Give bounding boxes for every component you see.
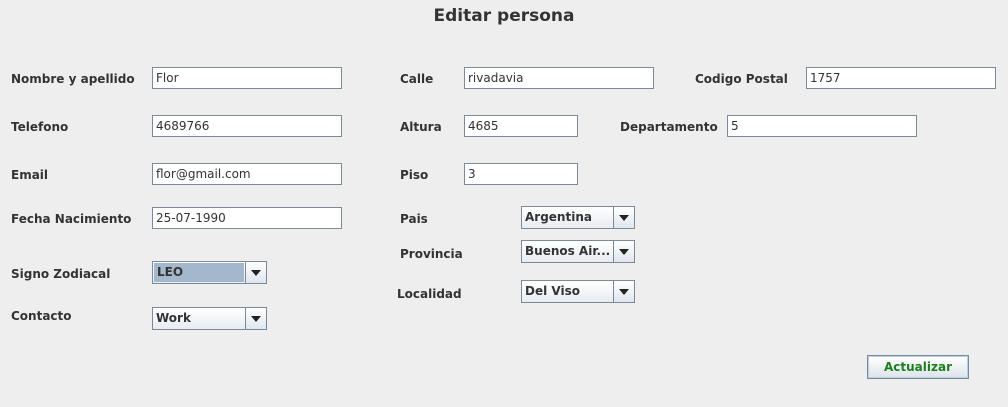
email-input[interactable] [152,163,342,185]
signo-zodiacal-value: LEO [154,263,244,282]
chevron-down-icon[interactable] [613,241,634,262]
email-label: Email [11,168,49,182]
signo-zodiacal-label: Signo Zodiacal [11,267,111,281]
actualizar-button[interactable]: Actualizar [867,355,969,379]
fecha-nacimiento-input[interactable] [152,207,342,229]
chevron-down-icon[interactable] [613,207,634,228]
piso-input[interactable] [464,163,578,185]
telefono-input[interactable] [152,115,342,137]
altura-input[interactable] [464,115,578,137]
contacto-label: Contacto [11,309,72,323]
pais-label: Pais [400,212,428,226]
telefono-label: Telefono [11,120,69,134]
pais-value: Argentina [525,210,592,224]
codigo-postal-label: Codigo Postal [695,72,788,86]
provincia-label: Provincia [400,247,463,261]
calle-input[interactable] [464,67,654,89]
chevron-down-icon[interactable] [245,308,266,329]
fecha-nacimiento-label: Fecha Nacimiento [11,212,132,226]
chevron-down-icon[interactable] [245,262,266,283]
provincia-value: Buenos Air... [525,244,611,258]
localidad-value: Del Viso [525,284,580,298]
nombre-label: Nombre y apellido [11,72,135,86]
contacto-value: Work [156,311,191,325]
provincia-select[interactable]: Buenos Air... [521,240,635,263]
signo-zodiacal-select[interactable]: LEO [152,261,267,284]
calle-label: Calle [400,72,434,86]
localidad-select[interactable]: Del Viso [521,280,635,303]
nombre-input[interactable] [152,67,342,89]
codigo-postal-input[interactable] [806,67,996,89]
chevron-down-icon[interactable] [613,281,634,302]
contacto-select[interactable]: Work [152,307,267,330]
localidad-label: Localidad [397,287,462,301]
departamento-input[interactable] [727,115,917,137]
form-title: Editar persona [433,6,575,26]
piso-label: Piso [400,168,429,182]
pais-select[interactable]: Argentina [521,206,635,229]
altura-label: Altura [400,120,442,134]
departamento-label: Departamento [620,120,718,134]
